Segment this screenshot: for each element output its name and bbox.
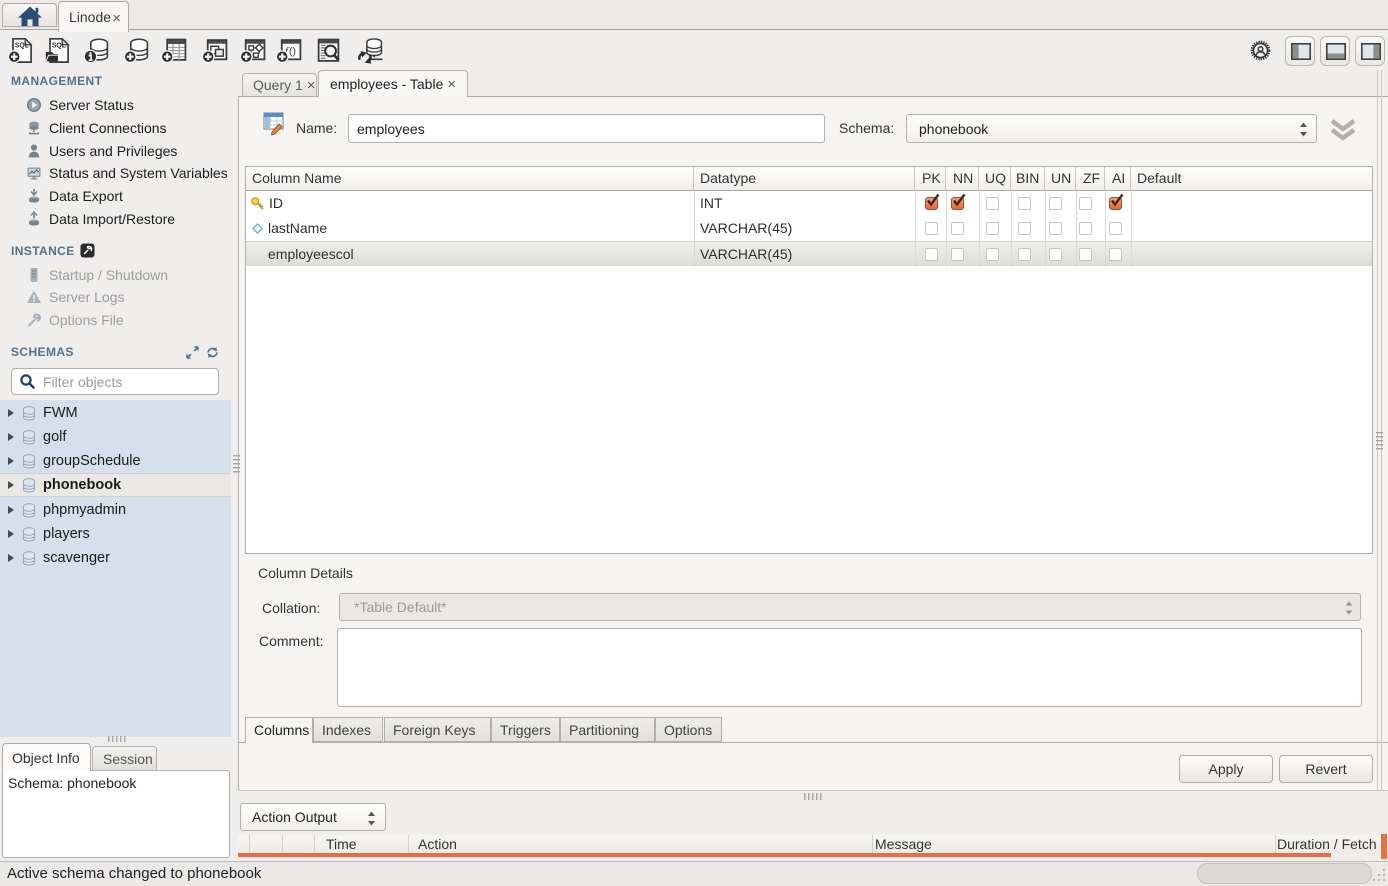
svg-text:(): () — [289, 47, 296, 58]
